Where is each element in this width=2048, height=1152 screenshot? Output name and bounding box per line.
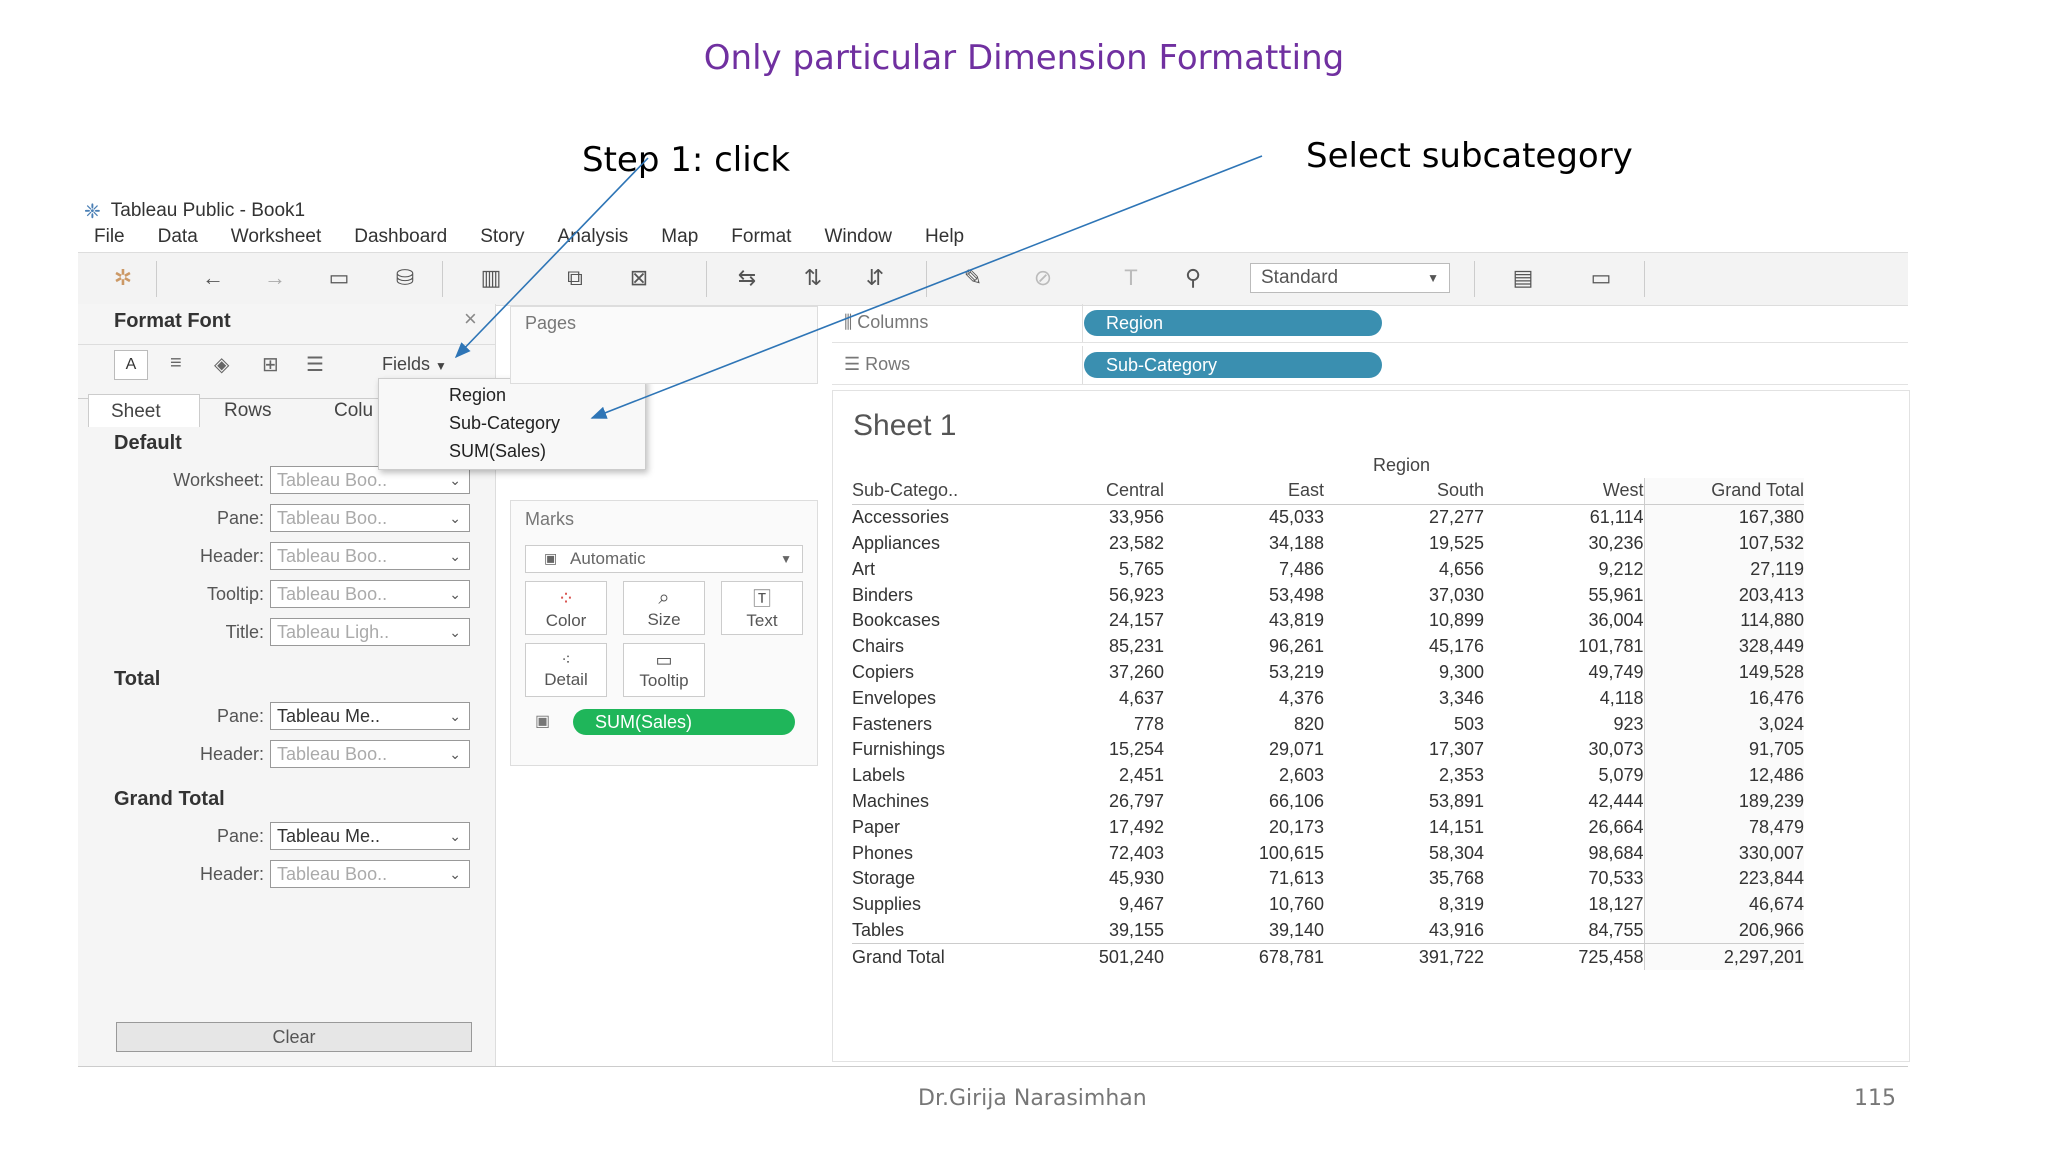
arrow-select-subcategory xyxy=(590,155,1263,419)
arrow-step1 xyxy=(454,157,649,359)
annotation-arrows xyxy=(454,155,1263,419)
footer-author: Dr.Girija Narasimhan xyxy=(918,1086,1147,1111)
page-number: 115 xyxy=(1854,1086,1896,1111)
